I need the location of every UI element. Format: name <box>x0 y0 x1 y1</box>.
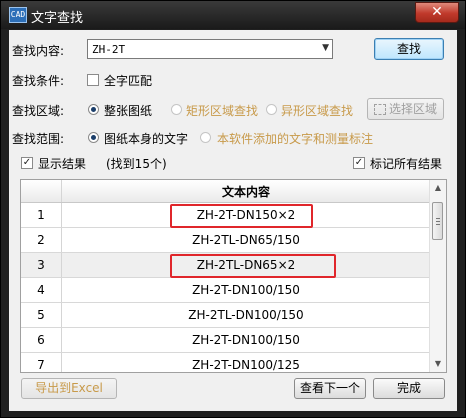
conditions-label: 查找条件: <box>12 74 65 88</box>
app-icon: CAD <box>9 7 27 23</box>
scope-drawing-text-label[interactable]: 图纸本身的文字 <box>104 130 188 147</box>
row-number: 1 <box>21 203 62 227</box>
search-label: 查找内容: <box>12 44 65 58</box>
select-area-label: 选择区域 <box>388 102 437 116</box>
table-row[interactable]: 4 ZH-2T-DN100/150 <box>21 278 430 303</box>
row-number: 7 <box>21 353 62 372</box>
show-results-checkbox[interactable]: ✓ <box>21 157 33 169</box>
close-button[interactable]: ✕ <box>415 2 459 23</box>
scope-drawing-text-radio[interactable] <box>88 132 99 143</box>
grip-line <box>436 224 440 225</box>
area-irregular-radio <box>266 104 277 115</box>
scope-added-text-label: 本软件添加的文字和测量标注 <box>217 132 374 146</box>
find-button[interactable]: 查找 <box>374 38 444 60</box>
search-dialog: CAD 文字查找 ✕ 查找内容: ZH-2T ▼ 查找 查找条件: 全字匹配 查… <box>0 0 466 418</box>
results-table[interactable]: 文本内容 1 ZH-2T-DN150×2 2 ZH-2TL-DN65/150 3… <box>20 179 447 373</box>
table-row[interactable]: 7 ZH-2T-DN100/125 <box>21 353 430 372</box>
row-text[interactable]: ZH-2TL-DN65/150 <box>62 228 430 252</box>
window-title: 文字查找 <box>31 11 84 26</box>
whole-match-checkbox[interactable] <box>87 74 99 86</box>
row-text[interactable]: ZH-2T-DN100/150 <box>62 278 430 302</box>
vertical-scrollbar[interactable]: ▲ ▼ <box>429 180 446 372</box>
grip-line <box>436 218 440 219</box>
text-content-header[interactable]: 文本内容 <box>62 183 430 200</box>
row-number-header <box>21 180 62 202</box>
dialog-body: 查找内容: ZH-2T ▼ 查找 查找条件: 全字匹配 查找区域: 整张图纸 矩… <box>9 30 457 411</box>
search-combobox[interactable]: ZH-2T ▼ <box>87 39 333 59</box>
row-number: 5 <box>21 303 62 327</box>
row-number: 4 <box>21 278 62 302</box>
row-number: 3 <box>21 253 62 277</box>
row-number: 2 <box>21 228 62 252</box>
row-text[interactable]: ZH-2T-DN100/125 <box>62 353 430 372</box>
area-rect-radio <box>171 104 182 115</box>
scope-added-text-radio <box>200 132 211 143</box>
table-header: 文本内容 <box>21 180 430 203</box>
done-button[interactable]: 完成 <box>373 378 445 399</box>
view-next-button[interactable]: 查看下一个 <box>294 378 366 399</box>
mark-all-checkbox[interactable]: ✓ <box>353 157 365 169</box>
row-number: 6 <box>21 328 62 352</box>
table-row[interactable]: 6 ZH-2T-DN100/150 <box>21 328 430 353</box>
found-count: (找到15个) <box>106 157 167 171</box>
search-value[interactable]: ZH-2T <box>92 43 125 56</box>
select-area-icon <box>373 104 386 115</box>
whole-match-label[interactable]: 全字匹配 <box>104 72 152 89</box>
area-whole-drawing-label[interactable]: 整张图纸 <box>104 102 152 119</box>
scroll-up-icon[interactable]: ▲ <box>430 180 446 196</box>
row-text[interactable]: ZH-2TL-DN100/150 <box>62 303 430 327</box>
highlight-box-row-1 <box>170 204 313 228</box>
scroll-down-icon[interactable]: ▼ <box>430 356 446 372</box>
title-bar[interactable]: CAD 文字查找 ✕ <box>1 1 465 29</box>
select-area-button: 选择区域 <box>367 98 444 120</box>
area-rect-label: 矩形区域查找 <box>186 104 259 118</box>
table-row[interactable]: 5 ZH-2TL-DN100/150 <box>21 303 430 328</box>
row-text[interactable]: ZH-2T-DN100/150 <box>62 328 430 352</box>
mark-all-label[interactable]: 标记所有结果 <box>370 155 442 172</box>
export-excel-button: 导出到Excel <box>21 378 117 399</box>
highlight-box-row-3 <box>170 254 336 278</box>
table-row[interactable]: 2 ZH-2TL-DN65/150 <box>21 228 430 253</box>
grip-line <box>436 221 440 222</box>
area-whole-drawing-radio[interactable] <box>88 104 99 115</box>
dropdown-arrow-icon[interactable]: ▼ <box>322 43 329 53</box>
area-label: 查找区域: <box>12 104 65 118</box>
show-results-label[interactable]: 显示结果 <box>38 155 86 172</box>
scroll-thumb[interactable] <box>432 202 443 240</box>
area-irregular-label: 异形区域查找 <box>281 104 354 118</box>
scope-label: 查找范围: <box>12 132 65 146</box>
